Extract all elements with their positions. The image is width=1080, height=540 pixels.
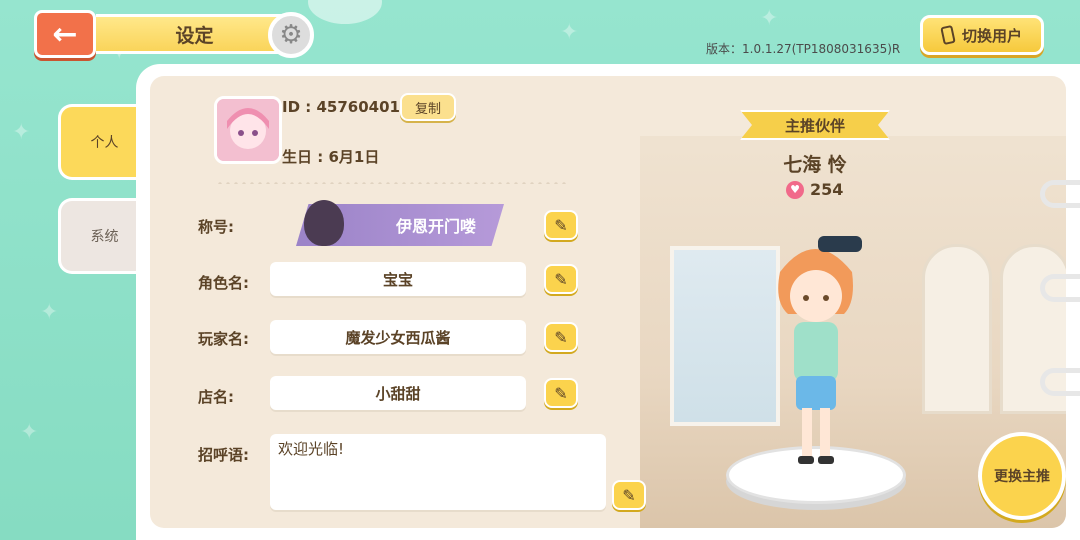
page-title: 设定 [96, 14, 296, 54]
avatar[interactable] [214, 96, 282, 164]
pencil-icon: ✎ [554, 383, 568, 403]
settings-panel-inner: ID : 45760401 复制 生日 : 6月1日 称号: 伊恩开门喽 ✎ 角… [150, 76, 1066, 528]
settings-panel: ID : 45760401 复制 生日 : 6月1日 称号: 伊恩开门喽 ✎ 角… [136, 64, 1080, 540]
version-text: 版本：1.0.1.27(TP1808031635)R [706, 42, 901, 56]
switch-user-button[interactable]: 切换用户 [920, 15, 1044, 55]
pencil-icon: ✎ [554, 327, 568, 347]
tab-personal[interactable]: 个人 [58, 104, 148, 180]
affection-display: ♥ 254 [786, 180, 843, 199]
heart-icon: ♥ [786, 180, 804, 199]
background-star: ✦ [20, 420, 39, 445]
player-id: ID : 45760401 [282, 98, 400, 116]
background-star: ✦ [12, 120, 31, 145]
greeting-field[interactable]: 欢迎光临! [270, 434, 606, 510]
switch-user-label: 切换用户 [961, 26, 1022, 45]
title-label: 称号: [198, 218, 234, 236]
pencil-icon: ✎ [554, 269, 568, 289]
player-name-label: 玩家名: [198, 330, 249, 348]
binder-ring [1040, 180, 1080, 208]
copy-button[interactable]: 复制 [400, 93, 456, 121]
edit-shop-name-button[interactable]: ✎ [544, 378, 578, 408]
pencil-icon: ✎ [554, 215, 568, 235]
decorative-bubble [308, 0, 382, 24]
edit-title-button[interactable]: ✎ [544, 210, 578, 240]
shop-name-label: 店名: [198, 388, 234, 406]
partner-character-figure [778, 236, 862, 464]
phone-icon [940, 24, 956, 46]
birthday-text: 生日 : 6月1日 [282, 148, 380, 166]
background-star: ✦ [560, 20, 579, 45]
partner-name: 七海 怜 [783, 154, 847, 176]
divider [216, 182, 566, 184]
tab-system[interactable]: 系统 [58, 198, 148, 274]
partner-ribbon: 主推伙伴 [740, 110, 890, 140]
background-star: ✦ [760, 6, 779, 31]
gear-icon: ⚙ [268, 12, 314, 58]
role-name-field[interactable]: 宝宝 [270, 262, 526, 296]
arrow-left-icon: ← [52, 16, 78, 52]
shop-shelf [922, 244, 992, 414]
binder-ring [1040, 368, 1080, 396]
back-button[interactable]: ← [34, 10, 96, 58]
binder-ring [1040, 274, 1080, 302]
edit-player-name-button[interactable]: ✎ [544, 322, 578, 352]
role-name-label: 角色名: [198, 274, 249, 292]
background-star: ✦ [40, 300, 59, 325]
change-partner-button[interactable]: 更换主推 [978, 432, 1066, 520]
edit-greeting-button[interactable]: ✎ [612, 480, 646, 510]
pencil-icon: ✎ [622, 485, 636, 505]
greeting-label: 招呼语: [198, 446, 249, 464]
partner-character[interactable] [760, 218, 870, 468]
title-badge-portrait [304, 200, 344, 246]
shop-name-field[interactable]: 小甜甜 [270, 376, 526, 410]
avatar-image [217, 99, 279, 161]
edit-role-name-button[interactable]: ✎ [544, 264, 578, 294]
player-name-field[interactable]: 魔发少女西瓜酱 [270, 320, 526, 354]
